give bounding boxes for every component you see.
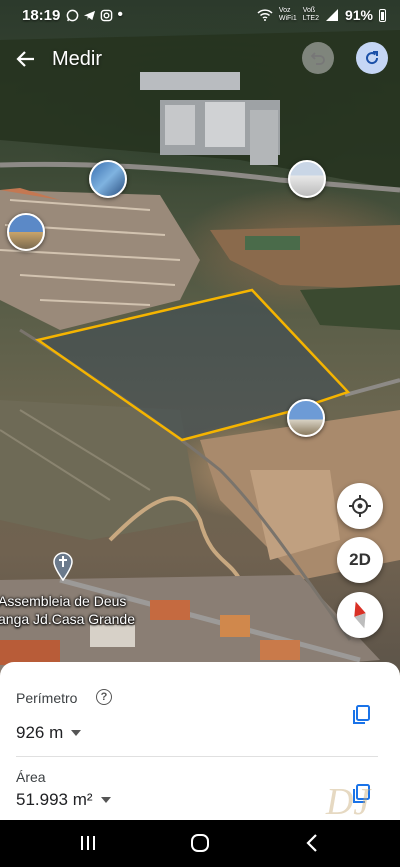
area-row: Área 51.993 m² <box>0 757 400 820</box>
page-title: Medir <box>52 47 103 70</box>
map-terrain <box>0 30 400 690</box>
battery-percent: 91% <box>344 7 373 23</box>
home-icon <box>191 834 209 852</box>
reset-button[interactable] <box>356 42 388 74</box>
back-nav-button[interactable] <box>298 832 326 854</box>
measurement-sheet: Perímetro ? 926 m Área 51.993 m² <box>0 662 400 820</box>
view-mode-toggle[interactable]: 2D <box>337 537 383 583</box>
map-pin-icon[interactable] <box>52 551 74 586</box>
recents-button[interactable] <box>74 832 102 854</box>
area-value: 51.993 m² <box>16 790 93 809</box>
copy-perimeter-button[interactable] <box>348 702 374 728</box>
photo-marker-church[interactable] <box>287 399 325 437</box>
notification-icons: • <box>66 6 123 24</box>
battery-icon <box>379 8 386 22</box>
instagram-icon <box>101 9 113 21</box>
whatsapp-icon <box>67 9 79 21</box>
status-time: 18:19 <box>22 6 61 24</box>
chevron-left-icon <box>306 834 317 852</box>
more-notifications-dot: • <box>117 6 123 23</box>
compass-button[interactable] <box>337 592 383 638</box>
perimeter-value: 926 m <box>16 723 64 742</box>
area-label: Área <box>16 769 46 785</box>
copy-area-button[interactable] <box>348 781 374 807</box>
network-2: Voß LTE2 <box>302 7 319 22</box>
map-place-label[interactable]: Assembleia de Deus anga Jd.Casa Grande <box>0 592 135 628</box>
back-button[interactable] <box>0 36 52 82</box>
help-icon[interactable]: ? <box>96 689 112 705</box>
arrow-back-icon <box>16 51 34 67</box>
refresh-icon <box>366 51 379 65</box>
perimeter-value-dropdown[interactable]: 926 m <box>16 723 82 743</box>
perimeter-row: Perímetro ? 926 m <box>0 662 400 756</box>
copy-icon <box>353 784 370 803</box>
chevron-down-icon <box>71 730 82 736</box>
top-app-bar: Medir <box>0 36 400 82</box>
undo-button[interactable] <box>302 42 334 74</box>
crosshair-icon <box>349 495 371 517</box>
photo-marker-building[interactable] <box>7 213 45 251</box>
signal-icon <box>325 9 338 21</box>
my-location-button[interactable] <box>337 483 383 529</box>
home-button[interactable] <box>186 832 214 854</box>
copy-icon <box>353 705 370 724</box>
photo-marker-warehouse[interactable] <box>288 160 326 198</box>
compass-icon <box>354 601 366 629</box>
photo-marker-waterpark[interactable] <box>89 160 127 198</box>
system-nav-bar <box>0 820 400 867</box>
status-bar: 18:19 • Voz WiFi1 Voß LTE2 91% <box>0 0 400 30</box>
recents-icon <box>81 836 95 850</box>
telegram-icon <box>84 10 96 20</box>
wifi-icon <box>257 9 273 21</box>
area-value-dropdown[interactable]: 51.993 m² <box>16 790 111 810</box>
place-label-line1: Assembleia de Deus <box>0 593 127 609</box>
place-label-line2: anga Jd.Casa Grande <box>0 611 135 627</box>
perimeter-label: Perímetro <box>16 690 78 706</box>
undo-icon <box>310 52 325 65</box>
satellite-map[interactable]: Assembleia de Deus anga Jd.Casa Grande 1… <box>0 0 400 690</box>
network-1: Voz WiFi1 <box>278 7 297 22</box>
chevron-down-icon <box>100 797 111 803</box>
